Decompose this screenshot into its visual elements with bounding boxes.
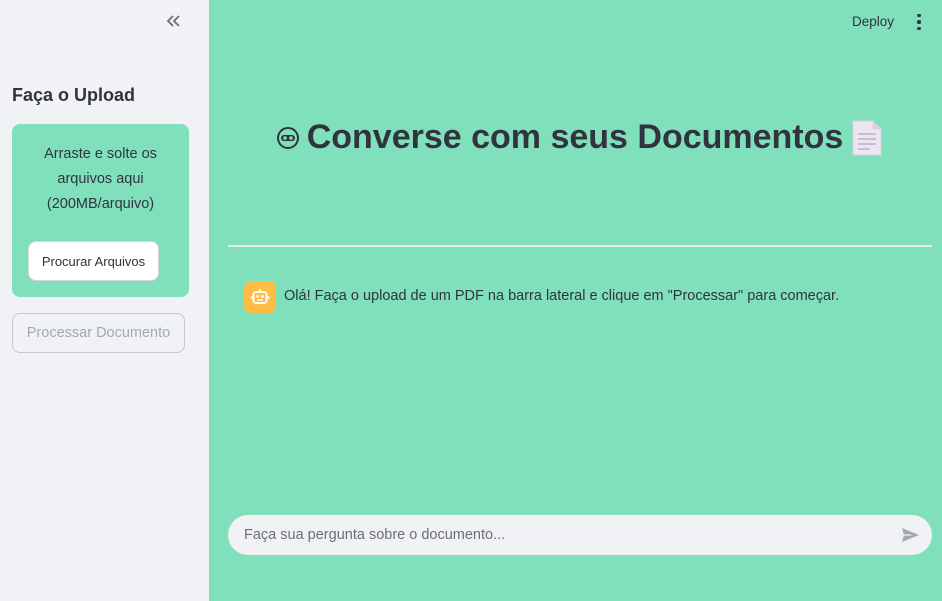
dropzone-text: Arraste e solte os arquivos aqui (200MB/… xyxy=(44,146,157,212)
send-button[interactable] xyxy=(900,525,920,545)
chat-input[interactable] xyxy=(244,515,884,555)
sidebar: Faça o Upload Arraste e solte os arquivo… xyxy=(0,0,209,601)
chat-input-container xyxy=(228,515,932,555)
send-arrow-icon xyxy=(901,528,919,542)
assistant-message: Olá! Faça o upload de um PDF na barra la… xyxy=(284,288,840,304)
page-title: Converse com seus Documentos xyxy=(228,118,932,157)
file-dropzone[interactable]: Arraste e solte os arquivos aqui (200MB/… xyxy=(12,124,189,297)
page-title-text: Converse com seus Documentos xyxy=(306,118,844,156)
mask-face-icon xyxy=(276,126,299,149)
process-document-button[interactable]: Processar Documento xyxy=(12,313,185,353)
vertical-dots-icon xyxy=(917,13,921,18)
vertical-dots-icon-dot xyxy=(917,20,921,24)
main-menu-button[interactable] xyxy=(910,12,928,32)
collapse-sidebar-button[interactable] xyxy=(162,10,184,32)
sidebar-title: Faça o Upload xyxy=(12,85,136,105)
vertical-dots-icon-dot xyxy=(917,26,921,31)
assistant-avatar xyxy=(244,281,276,313)
deploy-button[interactable]: Deploy xyxy=(852,14,894,29)
page-document-icon xyxy=(851,119,883,157)
double-chevron-left-icon xyxy=(166,15,180,27)
robot-icon xyxy=(250,289,270,304)
divider xyxy=(228,245,932,247)
browse-files-button[interactable]: Procurar Arquivos xyxy=(28,241,159,281)
